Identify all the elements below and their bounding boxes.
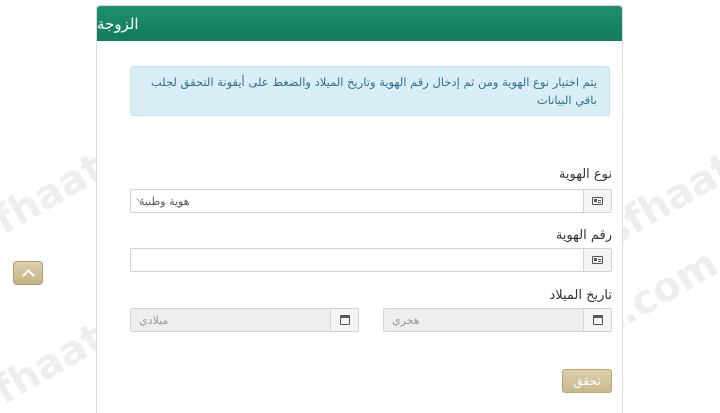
page: sfhaat.com sfhaat.com sfhaat.com sfhaat.… <box>0 0 720 413</box>
calendar-icon <box>592 315 603 325</box>
id-card-icon <box>592 197 603 205</box>
scroll-to-top-button[interactable] <box>13 261 43 285</box>
hijri-date-input[interactable]: هجري <box>383 308 612 332</box>
verify-button[interactable]: تحقق <box>562 369 612 393</box>
gregorian-date-input[interactable]: ميلادي <box>130 308 359 332</box>
calendar-icon <box>339 315 350 325</box>
panel-header: الزوجة <box>97 6 622 41</box>
calendar-icon-addon[interactable] <box>583 309 611 331</box>
id-type-label: نوع الهوية <box>558 167 612 182</box>
panel-title: الزوجة <box>97 14 139 33</box>
chevron-down-icon: ⌵ <box>136 194 144 205</box>
hijri-date-placeholder: هجري <box>384 309 583 331</box>
id-type-value: هوية وطنية <box>139 194 190 208</box>
gregorian-date-placeholder: ميلادي <box>131 309 330 331</box>
id-number-label: رقم الهوية <box>555 228 612 243</box>
id-number-input[interactable] <box>130 248 612 272</box>
wife-panel: الزوجة يتم اختيار نوع الهوية ومن ثم إدخا… <box>96 5 623 413</box>
id-card-icon-addon <box>583 190 611 212</box>
info-notice: يتم اختيار نوع الهوية ومن ثم إدخال رقم ا… <box>130 66 610 116</box>
id-type-select[interactable]: ⌵ هوية وطنية <box>130 189 612 213</box>
chevron-up-icon <box>21 268 35 282</box>
id-number-value <box>131 249 583 271</box>
id-card-icon-addon <box>583 249 611 271</box>
calendar-icon-addon[interactable] <box>330 309 358 331</box>
id-card-icon <box>592 256 603 264</box>
birth-date-label: تاريخ الميلاد <box>549 288 612 303</box>
